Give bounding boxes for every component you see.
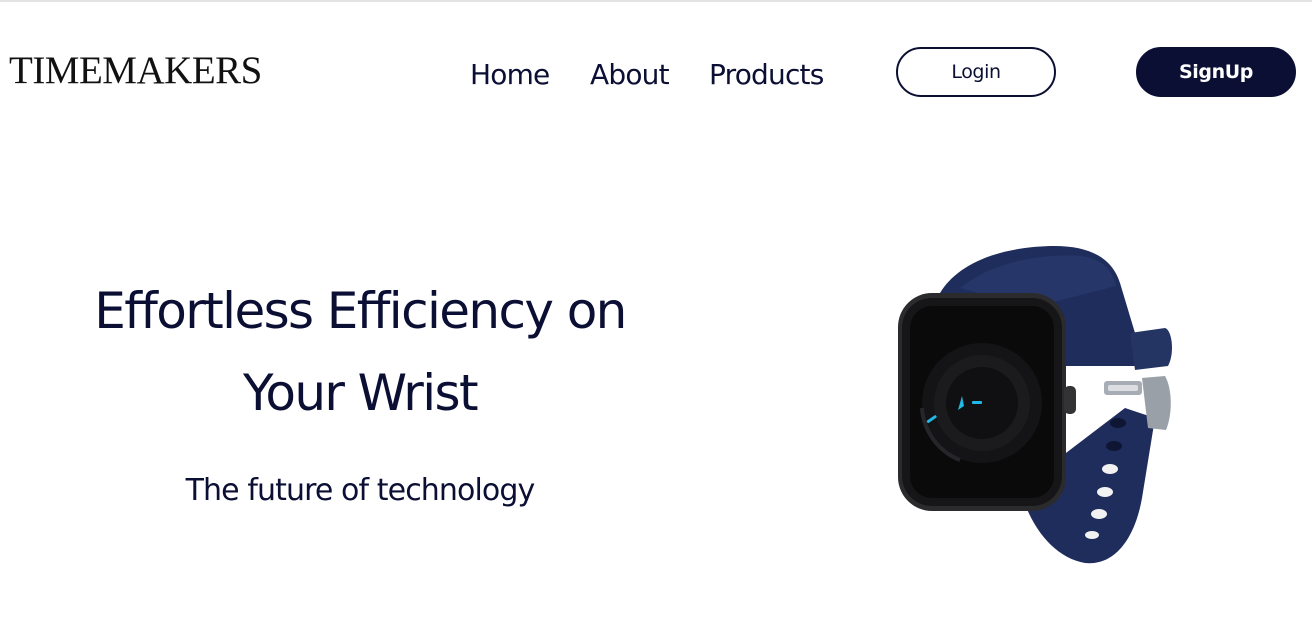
signup-button[interactable]: SignUp xyxy=(1136,47,1296,97)
smartwatch-image xyxy=(898,245,1172,564)
hero-title: Effortless Efficiency on Your Wrist xyxy=(94,282,627,422)
brand-logo[interactable]: TIMEMAKERS xyxy=(9,48,262,94)
nav-link-products[interactable]: Products xyxy=(709,55,824,95)
nav-link-home[interactable]: Home xyxy=(470,55,550,95)
top-divider xyxy=(0,0,1312,2)
nav-link-about[interactable]: About xyxy=(590,55,670,95)
hero-subtitle: The future of technology xyxy=(185,473,536,508)
login-button[interactable]: Login xyxy=(896,47,1056,97)
